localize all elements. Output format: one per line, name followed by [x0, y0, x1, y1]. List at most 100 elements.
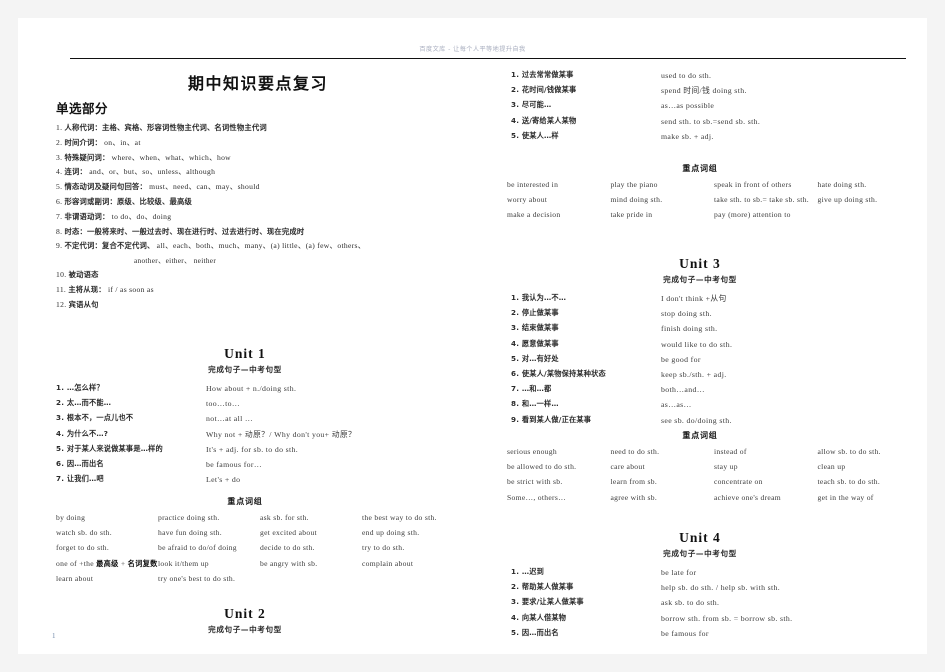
unit3-phrase-cell: concentrate on — [714, 477, 763, 487]
unit3-phrase-cell: need to do sth. — [610, 447, 660, 456]
grammar-list-item: 9. 不定代词：复合不定代词、 all、each、both、much、many、… — [56, 239, 466, 254]
grammar-list: 1. 人称代词：主格、宾格、形容词性物主代词、名词性物主代词 2. 时间介词： o… — [56, 121, 466, 313]
unit1-phrase-cell: decide to do sth. — [260, 543, 315, 553]
unit1-phrase-grid: by doing practice doing sth. ask sb. for s… — [18, 510, 472, 586]
unit3-phrase-cell: care about — [610, 462, 645, 472]
two-column-layout: 单选部分 1. 人称代词：主格、宾格、形容词性物主代词、名词性物主代词 2. 时间… — [18, 18, 927, 654]
list-number: 2. — [56, 137, 65, 147]
list-number: 8. — [56, 226, 65, 236]
unit1-block: Unit 1 完成句子—中考句型 1. …怎么样？ How about + n./… — [18, 346, 472, 487]
unit1-phrase-cell: the best way to do sth. — [362, 513, 437, 522]
unit1-phrase-cell: complain about — [362, 558, 414, 568]
unit3-phrase-cell: teach sb. to do sth. — [817, 477, 881, 487]
unit1-pair-cn: 7. 让我们…吧 — [56, 474, 104, 484]
unit3-pair-cn: 6. 使某人/某物保持某种状态 — [511, 369, 606, 379]
unit2-pair-en: make sb. + adj. — [661, 131, 714, 141]
list-number: 3. — [56, 152, 65, 162]
unit3-pair-cn: 5. 对…有好处 — [511, 353, 559, 363]
unit4-pair-row: 1. …迟到 be late for — [511, 565, 927, 580]
grammar-list-item: 4. 连词： and、or、but、so、unless、although — [56, 165, 466, 180]
unit3-phrase-cell: achieve one's dream — [714, 492, 781, 502]
unit3-phrase-cell: learn from sb. — [610, 477, 658, 487]
list-number: 10. — [56, 270, 69, 280]
unit4-pair-row: 2. 帮助某人做某事 help sb. do sth. / help sb. wi… — [511, 580, 927, 595]
unit1-pair-en: not…at all … — [206, 414, 254, 424]
grammar-list-item: 3. 特殊疑问词： where、when、what、which、how — [56, 151, 466, 166]
unit2-phrase-cell: mind doing sth. — [610, 195, 663, 205]
unit2-pair-row: 5. 使某人…样 make sb. + adj. — [511, 129, 927, 144]
list-number: 4. — [56, 167, 65, 177]
unit3-pair-row: 7. …和…都 both…and… — [511, 382, 927, 397]
unit1-pair-cn: 3. 根本不，一点儿也不 — [56, 413, 134, 423]
grammar-continuation-text: another、either、 neither — [134, 256, 217, 266]
unit3-pair-row: 5. 对…有好处 be good for — [511, 352, 927, 367]
grammar-list-item: 10. 被动语态 — [56, 268, 466, 283]
list-label-cn: 时间介词： — [64, 137, 102, 147]
unit4-pair-row: 5. 因…而出名 be famous for — [511, 626, 927, 641]
unit3-pair-en: see sb. do/doing sth. — [661, 415, 732, 425]
unit3-pair-cn: 8. 和…一样… — [511, 399, 559, 409]
unit3-phrase-cell: Some…, others… — [507, 492, 567, 502]
unit2-pair-cn: 2. 花时间/钱做某事 — [511, 85, 577, 95]
list-label-en: and、or、but、so、unless、although — [87, 167, 216, 177]
unit4-pair-row: 3. 要求/让某人做某事 ask sb. to do sth. — [511, 595, 927, 610]
unit3-pair-cn: 1. 我认为…不… — [511, 293, 567, 302]
unit3-block: Unit 3 完成句子—中考句型 1. 我认为…不… I don't think … — [473, 256, 927, 428]
unit2-phrase-cell: be interested in — [507, 180, 559, 189]
unit1-phrase-cell: be angry with sb. — [260, 558, 318, 568]
unit3-pair-en: be good for — [661, 354, 701, 364]
unit3-pair-row: 4. 愿意做某事 would like to do sth. — [511, 337, 927, 352]
list-number: 7. — [56, 211, 65, 221]
unit1-phrase-cell: try to do sth. — [362, 543, 405, 553]
unit1-pair-cn: 2. 太…而不能… — [56, 398, 112, 408]
list-label-cn: 时态：一般将来时、一般过去时、现在进行时、过去进行时、现在完成时 — [64, 226, 305, 236]
grammar-points-list: 1. 人称代词：主格、宾格、形容词性物主代词、名词性物主代词 2. 时间介词： o… — [56, 121, 466, 313]
unit4-pair-cn: 5. 因…而出名 — [511, 627, 559, 637]
unit1-pair-en: It's + adj. for sb. to do sth. — [206, 444, 299, 454]
unit3-pair-row: 2. 停止做某事 stop doing sth. — [511, 306, 927, 321]
unit3-pair-en: finish doing sth. — [661, 324, 718, 334]
unit2-pairs-continued: 1. 过去常常做某事 used to do sth. 2. 花时间/钱做某事 spen… — [473, 68, 927, 144]
unit1-pair-en: Let's + do — [206, 475, 241, 485]
unit3-pair-cn: 2. 停止做某事 — [511, 308, 559, 318]
unit1-phrase-cell: one of +the 最高级 + 名词复数 — [56, 558, 158, 568]
unit3-pair-row: 1. 我认为…不… I don't think +从句 — [511, 291, 927, 306]
unit2-pair-en: spend 时间/钱 doing sth. — [661, 86, 747, 96]
list-number: 9. — [56, 241, 65, 251]
grammar-list-item: 5. 情态动词及疑问句回答： must、need、can、may、should — [56, 180, 466, 195]
unit1-pair-row: 1. …怎么样？ How about + n./doing sth. — [56, 381, 472, 396]
unit3-pair-cn: 7. …和…都 — [511, 384, 552, 394]
unit3-pair-en: stop doing sth. — [661, 309, 712, 319]
list-label-cn: 被动语态 — [68, 270, 99, 280]
unit1-phrases-block: 重点词组 by doing practice doing sth. ask sb. … — [18, 496, 472, 586]
unit4-pair-en: be famous for — [661, 628, 709, 638]
list-label-en: on、in、at — [101, 137, 141, 147]
unit1-pair-cn: 1. …怎么样？ — [56, 383, 104, 392]
unit3-phrase-cell: be strict with sb. — [507, 477, 563, 487]
unit3-pair-en: I don't think +从句 — [661, 294, 727, 303]
unit4-pair-cn: 3. 要求/让某人做某事 — [511, 597, 584, 607]
list-label-cn: 宾语从句 — [68, 299, 99, 309]
unit2-pair-row: 4. 送/寄给某人某物 send sth. to sb.=send sb. sth… — [511, 114, 927, 129]
grammar-list-item: 1. 人称代词：主格、宾格、形容词性物主代词、名词性物主代词 — [56, 121, 466, 136]
grammar-list-item: 12. 宾语从句 — [56, 298, 466, 313]
unit1-phrase-cell: be afraid to do/of doing — [158, 543, 237, 553]
list-label-en: if / as soon as — [105, 285, 154, 295]
list-label-en: to do、do、doing — [109, 211, 172, 221]
unit3-phrase-cell: clean up — [817, 462, 846, 472]
list-label-en: all、each、both、much、many、(a) little、(a) f… — [154, 241, 366, 251]
unit4-pair-en: borrow sth. from sb. = borrow sb. sth. — [661, 613, 793, 623]
unit2-phrase-cell: make a decision — [507, 210, 561, 220]
unit3-pair-en: would like to do sth. — [661, 339, 733, 349]
list-label-cn: 形容词或副词：原级、比较级、最高级 — [64, 196, 192, 206]
unit3-phrase-cell: be allowed to do sth. — [507, 462, 577, 472]
unit3-pair-row: 9. 看到某人做/正在某事 see sb. do/doing sth. — [511, 413, 927, 428]
unit2-block-header: Unit 2 完成句子—中考句型 — [18, 606, 472, 635]
unit3-phrase-heading: 重点词组 — [682, 431, 718, 440]
unit3-pair-row: 6. 使某人/某物保持某种状态 keep sb./sth. + adj. — [511, 367, 927, 382]
grammar-list-item: 2. 时间介词： on、in、at — [56, 136, 466, 151]
list-label-cn: 非谓语动词： — [64, 211, 110, 221]
unit1-phrase-cell: by doing — [56, 513, 86, 522]
unit3-pair-en: keep sb./sth. + adj. — [661, 370, 727, 380]
unit1-pair-en: Why not + 动原？/ Why don't you+ 动原？ — [206, 429, 357, 439]
